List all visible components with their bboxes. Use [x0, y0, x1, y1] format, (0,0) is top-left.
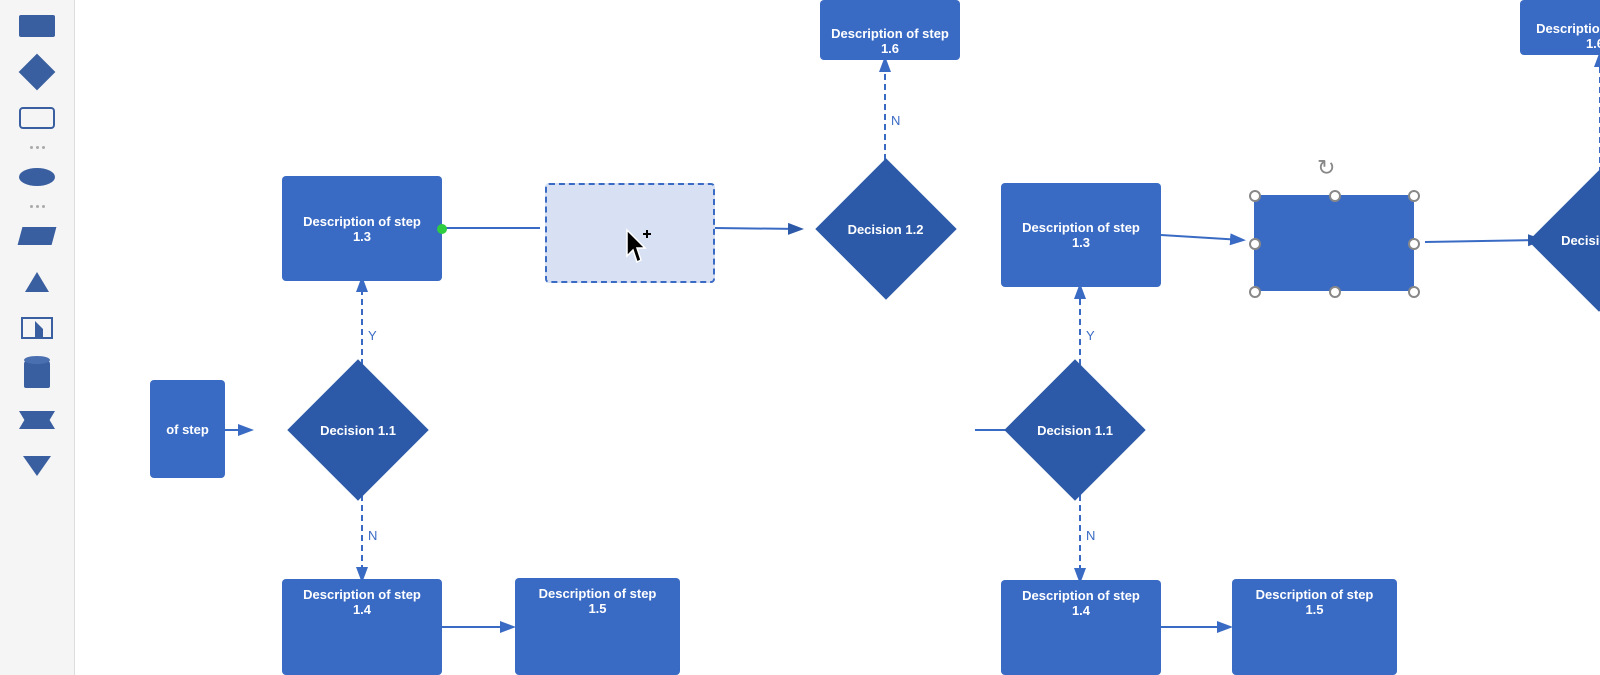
svg-text:Y: Y — [1086, 328, 1095, 343]
node-step14-left-label: Description of step 1.4 — [303, 587, 421, 617]
svg-text:N: N — [1086, 528, 1095, 543]
handle-bc[interactable] — [1329, 286, 1341, 298]
sidebar-divider-1 — [17, 146, 57, 149]
rotate-icon[interactable]: ↻ — [1317, 155, 1335, 181]
handle-mr[interactable] — [1408, 238, 1420, 250]
node-decision12-left[interactable]: Decision 1.2 — [803, 170, 968, 288]
sidebar-item-oval[interactable] — [13, 159, 61, 195]
node-step-partial-left-label: of step — [166, 422, 209, 437]
sidebar-item-rounded-outline[interactable] — [13, 100, 61, 136]
node-step15-right[interactable]: Description of step 1.5 — [1232, 579, 1397, 675]
sidebar-item-ribbon[interactable] — [13, 402, 61, 438]
node-selected-container[interactable]: ↻ — [1242, 183, 1427, 303]
sidebar-item-note[interactable] — [13, 310, 61, 346]
node-step16-left[interactable]: Description of step 1.6 — [820, 0, 960, 60]
sidebar-item-funnel[interactable] — [13, 448, 61, 484]
node-step15-right-label: Description of step 1.5 — [1256, 587, 1374, 617]
node-step15-left[interactable]: Description of step 1.5 — [515, 578, 680, 675]
svg-text:Y: Y — [368, 328, 377, 343]
sidebar-item-rectangle[interactable] — [13, 8, 61, 44]
node-step14-right[interactable]: Description of step 1.4 — [1001, 580, 1161, 675]
handle-br[interactable] — [1408, 286, 1420, 298]
node-step-partial-left[interactable]: of step — [150, 380, 225, 478]
sidebar-item-trapezoid-up[interactable] — [13, 264, 61, 300]
svg-text:N: N — [368, 528, 377, 543]
handle-bl[interactable] — [1249, 286, 1261, 298]
node-step14-left[interactable]: Description of step 1.4 — [282, 579, 442, 675]
handle-tr[interactable] — [1408, 190, 1420, 202]
svg-text:N: N — [891, 113, 900, 128]
node-step13-right[interactable]: Description of step 1.3 — [1001, 183, 1161, 287]
arrows-layer: Y N N Y N N — [75, 0, 1600, 675]
node-step15-left-label: Description of step 1.5 — [539, 586, 657, 616]
node-decision11-right[interactable]: Decision 1.1 — [1000, 375, 1150, 485]
canvas[interactable]: Y N N Y N N — [75, 0, 1600, 675]
node-decision12-right[interactable]: Decision 1.2 — [1524, 183, 1600, 298]
sidebar — [0, 0, 75, 675]
sidebar-item-parallelogram[interactable] — [13, 218, 61, 254]
connector-dot-step13-right[interactable] — [437, 224, 447, 234]
handle-ml[interactable] — [1249, 238, 1261, 250]
sidebar-divider-2 — [17, 205, 57, 208]
sidebar-item-diamond[interactable] — [13, 54, 61, 90]
node-step16-left-label: Description of step 1.6 — [831, 26, 949, 56]
node-step13-left-label: Description of step 1.3 — [303, 214, 421, 244]
node-step14-right-label: Description of step 1.4 — [1022, 588, 1140, 618]
node-decision11-left[interactable]: Decision 1.1 — [283, 375, 433, 485]
handle-tl[interactable] — [1249, 190, 1261, 202]
sidebar-item-cylinder[interactable] — [13, 356, 61, 392]
node-dashed-placeholder[interactable] — [545, 183, 715, 283]
node-step16-right-label: Description of step 1.6 — [1536, 21, 1600, 51]
node-selected[interactable] — [1254, 195, 1414, 291]
node-step13-right-label: Description of step 1.3 — [1022, 220, 1140, 250]
handle-tc[interactable] — [1329, 190, 1341, 202]
node-step16-right[interactable]: Description of step 1.6 — [1520, 0, 1600, 55]
node-step13-left[interactable]: Description of step 1.3 — [282, 176, 442, 281]
